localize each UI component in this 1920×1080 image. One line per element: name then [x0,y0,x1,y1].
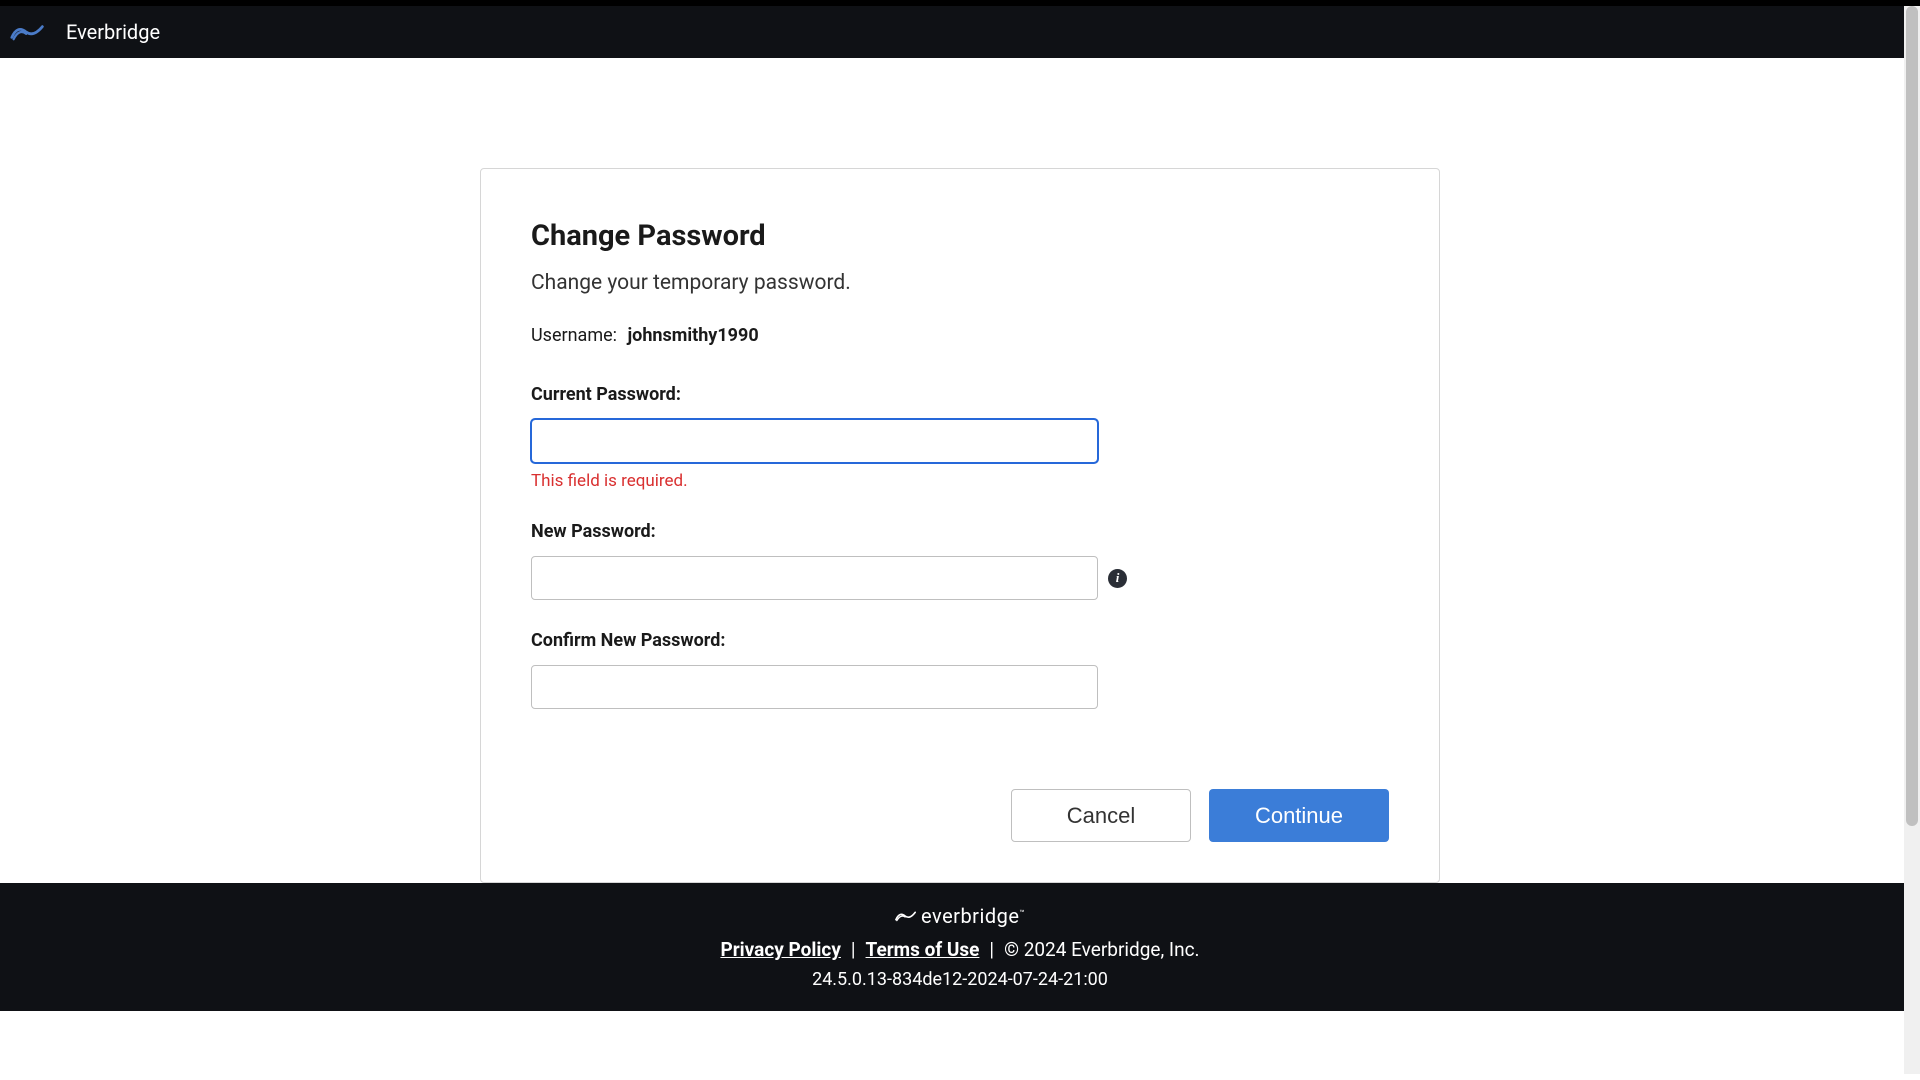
info-icon[interactable]: i [1108,569,1127,588]
footer-version: 24.5.0.13-834de12-2024-07-24-21:00 [812,969,1108,990]
footer-separator: | [989,938,994,961]
confirm-password-input[interactable] [531,665,1098,709]
username-label: Username: [531,325,617,346]
header-brand-name: Everbridge [66,20,160,44]
footer: everbridge™ Privacy Policy | Terms of Us… [0,883,1920,1011]
current-password-label: Current Password: [531,384,1389,405]
footer-logo-text: everbridge™ [921,904,1025,928]
page-title: Change Password [531,219,1389,253]
username-value: johnsmithy1990 [628,325,759,346]
new-password-group: New Password: i [531,521,1389,600]
page-subtitle: Change your temporary password. [531,271,1389,295]
footer-links: Privacy Policy | Terms of Use | © 2024 E… [720,938,1199,961]
header-bar: Everbridge [0,6,1920,58]
current-password-input[interactable] [531,419,1098,463]
scrollbar-thumb[interactable] [1906,6,1918,826]
new-password-input[interactable] [531,556,1098,600]
footer-logo-icon [895,908,917,924]
scrollbar[interactable] [1904,6,1920,1074]
confirm-password-group: Confirm New Password: [531,630,1389,709]
continue-button[interactable]: Continue [1209,789,1389,842]
everbridge-logo-icon [8,12,48,52]
terms-of-use-link[interactable]: Terms of Use [866,938,980,961]
footer-copyright: © 2024 Everbridge, Inc. [1004,938,1199,961]
button-row: Cancel Continue [531,789,1389,842]
main-content: Change Password Change your temporary pa… [0,58,1920,883]
current-password-group: Current Password: This field is required… [531,384,1389,491]
username-row: Username: johnsmithy1990 [531,325,1389,346]
cancel-button[interactable]: Cancel [1011,789,1191,842]
footer-separator: | [851,938,856,961]
current-password-error: This field is required. [531,471,1389,491]
footer-logo: everbridge™ [895,904,1025,928]
confirm-password-label: Confirm New Password: [531,630,1389,651]
privacy-policy-link[interactable]: Privacy Policy [720,938,840,961]
change-password-card: Change Password Change your temporary pa… [480,168,1440,883]
new-password-label: New Password: [531,521,1389,542]
